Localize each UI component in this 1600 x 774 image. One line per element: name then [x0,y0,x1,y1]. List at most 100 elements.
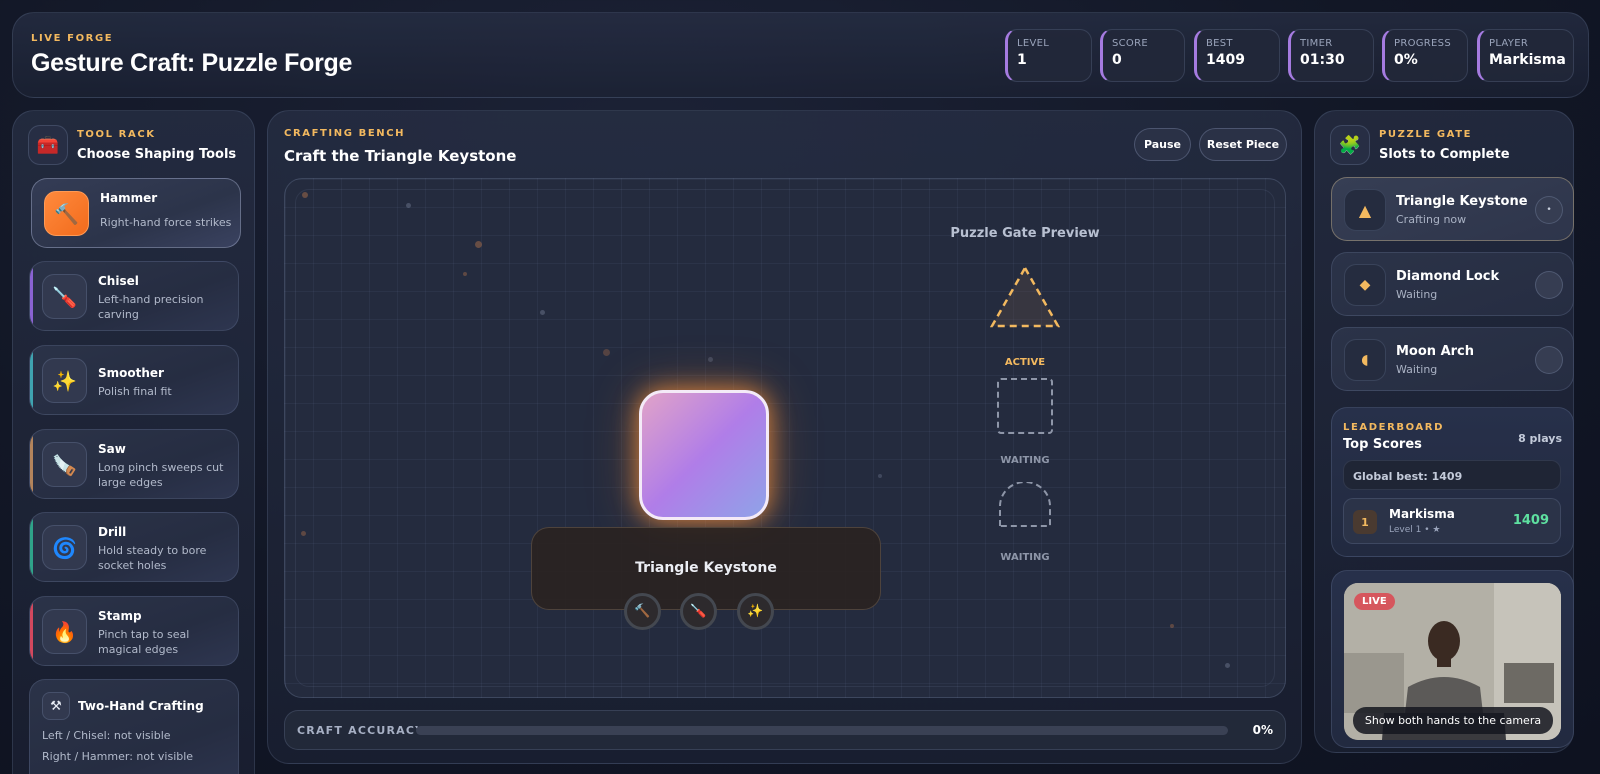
ember-particle [1170,624,1174,628]
crossed-tools-icon: ⚒ [42,692,70,720]
slot-progress-dot [1535,271,1563,299]
puzzle-icon: 🧩 [1330,125,1370,165]
tool-accent-bar [30,430,33,498]
page-title: Gesture Craft: Puzzle Forge [31,49,353,77]
play-count: 8 plays [1518,432,1562,445]
tool-accent-bar [30,597,33,665]
stat-timer-value: 01:30 [1300,52,1345,68]
ember-particle [708,357,713,362]
tool-name: Smoother [98,366,164,380]
accuracy-percent: 0% [1252,723,1273,737]
tool-saw[interactable]: 🪚 Saw Long pinch sweeps cut large edges [29,429,239,499]
stamp-icon: 🔥 [42,609,87,654]
piece-label: Triangle Keystone [635,560,777,576]
stat-level-value: 1 [1017,52,1027,68]
ember-particle [475,241,482,248]
tool-desc: Hold steady to bore socket holes [98,544,207,572]
stat-timer: TIMER 01:30 [1288,29,1374,82]
slot-triangle-keystone[interactable]: ▲ Triangle Keystone Crafting now • [1331,177,1574,241]
stat-score: SCORE 0 [1100,29,1185,82]
accuracy-label: CRAFT ACCURACY [297,724,425,737]
top-header: LIVE FORGE Gesture Craft: Puzzle Forge L… [12,12,1589,98]
pause-button[interactable]: Pause [1134,128,1191,161]
preview-square-slot [997,378,1053,434]
leaderboard-eyebrow: LEADERBOARD [1343,422,1444,433]
stat-score-value: 0 [1112,52,1122,68]
preview-triangle-slot [990,265,1060,328]
stat-player-label: PLAYER [1489,38,1529,49]
stat-score-label: SCORE [1112,38,1148,49]
camera-card: LIVE Show both hands to the camera [1331,570,1574,748]
slot-name: Moon Arch [1396,344,1475,359]
slot-name: Triangle Keystone [1396,194,1528,209]
preview-status-waiting: WAITING [1000,455,1050,466]
header-eyebrow: LIVE FORGE [31,33,114,44]
stat-best-label: BEST [1206,38,1233,49]
slot-status: Waiting [1396,363,1438,376]
leaderboard-rank: 1 [1353,510,1377,534]
crafted-piece[interactable] [639,390,769,520]
half-moon-icon: ◖ [1344,339,1386,381]
tool-name: Chisel [98,274,139,288]
ember-particle [301,531,306,536]
slot-name: Diamond Lock [1396,269,1500,284]
bench-title: Craft the Triangle Keystone [284,147,517,165]
preview-status-waiting: WAITING [1000,552,1050,563]
toolbox-icon: 🧰 [28,125,68,165]
tool-desc: Left-hand precision carving [98,293,204,321]
hammer-icon: 🔨 [624,593,661,630]
tool-hammer[interactable]: 🔨 Hammer Right-hand force strikes [31,178,241,248]
sparkles-icon: ✨ [737,593,774,630]
two-hand-crafting-card: ⚒ Two-Hand Crafting Left / Chisel: not v… [29,679,239,774]
tool-desc: Polish final fit [98,385,172,398]
tool-rack-title: Choose Shaping Tools [77,147,237,162]
global-best: Global best: 1409 [1343,460,1561,490]
tool-accent-bar [30,262,33,330]
puzzle-gate-panel: 🧩 PUZZLE GATE Slots to Complete ▲ Triang… [1314,110,1574,753]
stat-best-value: 1409 [1206,52,1245,68]
ember-particle [603,349,610,356]
tool-name: Drill [98,525,127,539]
tool-accent-bar [30,513,33,581]
puzzle-gate-title: Slots to Complete [1379,147,1510,162]
slot-moon-arch[interactable]: ◖ Moon Arch Waiting [1331,327,1574,391]
accuracy-track [416,726,1228,735]
ember-particle [463,272,467,276]
stat-progress-label: PROGRESS [1394,38,1451,49]
crafting-stage[interactable]: Triangle Keystone 🔨 🪛 ✨ Puzzle Gate Prev… [284,178,1286,698]
chisel-icon: 🪛 [680,593,717,630]
left-hand-status: Left / Chisel: not visible [42,729,171,742]
triangle-icon: ▲ [1344,189,1386,231]
slot-progress-dot: • [1535,196,1563,224]
craft-accuracy-bar: CRAFT ACCURACY 0% [284,710,1286,750]
stat-best: BEST 1409 [1194,29,1280,82]
stat-progress-value: 0% [1394,52,1418,68]
tool-name: Saw [98,442,126,456]
chisel-icon: 🪛 [42,274,87,319]
tool-stamp[interactable]: 🔥 Stamp Pinch tap to seal magical edges [29,596,239,666]
tool-name: Stamp [98,609,142,623]
leaderboard-row: 1 Markisma Level 1 • ★ 1409 [1343,498,1561,544]
reset-piece-button[interactable]: Reset Piece [1199,128,1287,161]
tool-chisel[interactable]: 🪛 Chisel Left-hand precision carving [29,261,239,331]
stat-level-label: LEVEL [1017,38,1050,49]
tool-drill[interactable]: 🌀 Drill Hold steady to bore socket holes [29,512,239,582]
leaderboard-card: LEADERBOARD Top Scores 8 plays Global be… [1331,407,1574,557]
tool-desc: Pinch tap to seal magical edges [98,628,190,656]
diamond-icon: ◆ [1344,264,1386,306]
preview-title: Puzzle Gate Preview [950,226,1100,241]
preview-status-active: ACTIVE [1004,357,1046,368]
tool-smoother[interactable]: ✨ Smoother Polish final fit [29,345,239,415]
tool-desc: Right-hand force strikes [100,216,232,229]
tool-accent-bar [30,346,33,414]
ember-particle [540,310,545,315]
stat-player-value: Markisma [1489,52,1566,68]
leaderboard-meta: Level 1 • ★ [1389,525,1441,535]
puzzle-gate-eyebrow: PUZZLE GATE [1379,129,1473,140]
ember-particle [1225,663,1230,668]
leaderboard-player: Markisma [1389,507,1455,521]
tool-rack-eyebrow: TOOL RACK [77,129,156,140]
leaderboard-score: 1409 [1512,513,1549,528]
stat-level: LEVEL 1 [1005,29,1092,82]
slot-diamond-lock[interactable]: ◆ Diamond Lock Waiting [1331,252,1574,316]
